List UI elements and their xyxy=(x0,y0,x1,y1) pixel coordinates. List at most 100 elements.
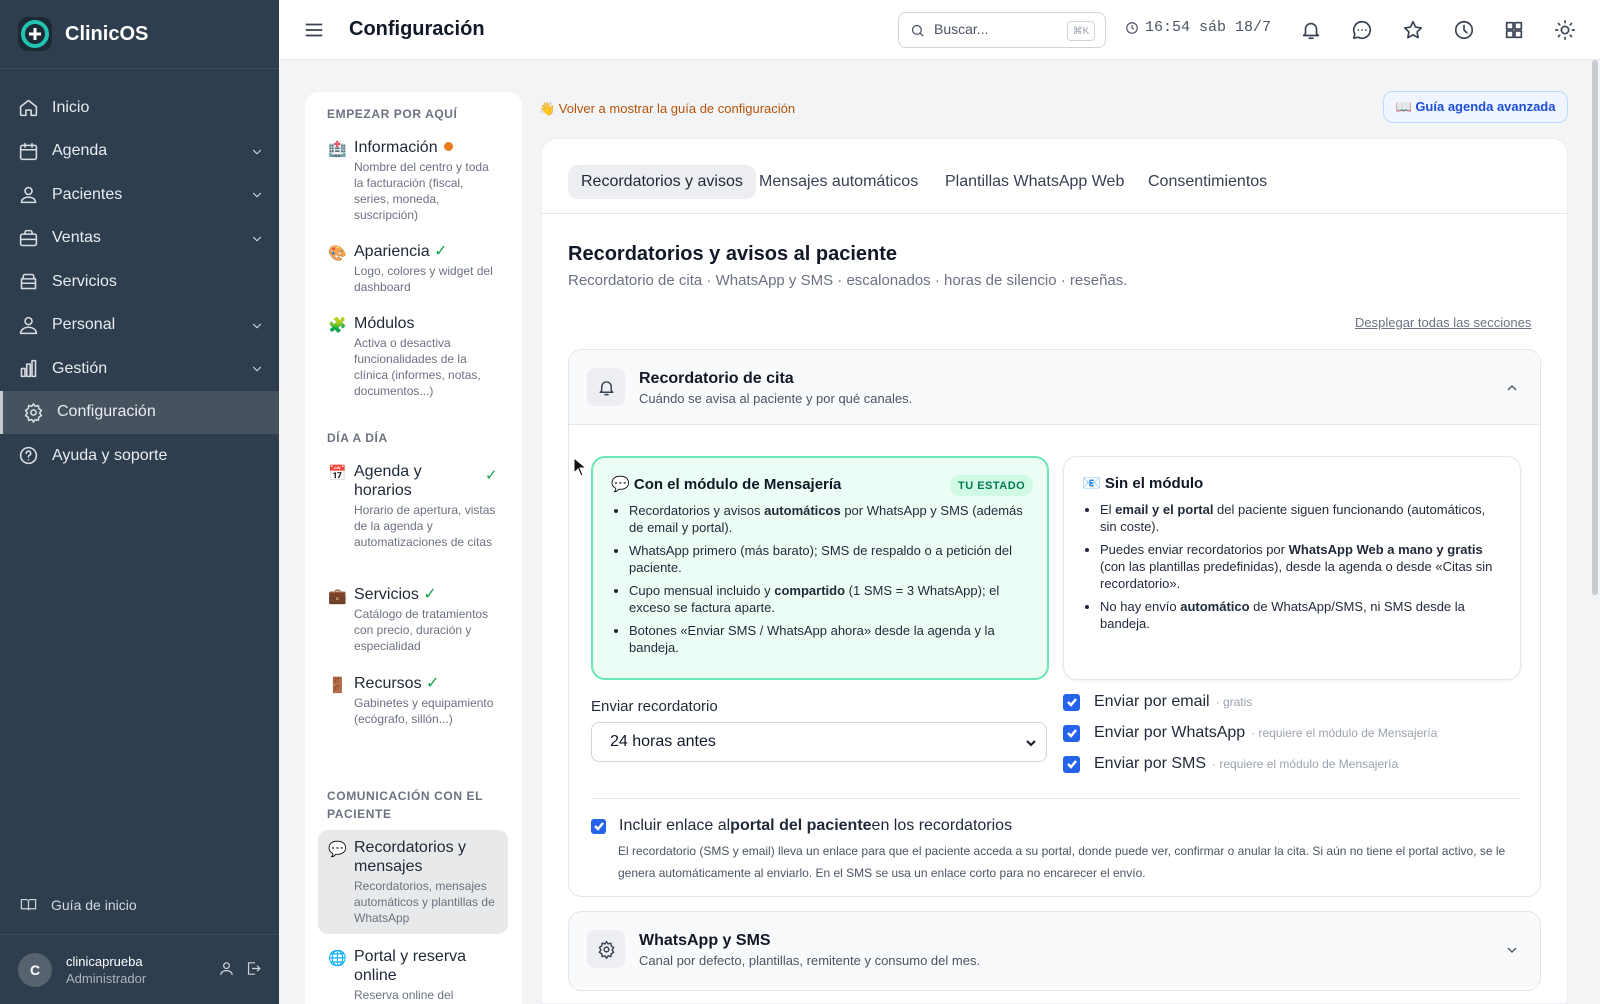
app-name: ClinicOS xyxy=(65,22,149,45)
chevron-down-icon[interactable] xyxy=(250,232,264,246)
section-heading: EMPEZAR POR AQUÍ xyxy=(327,107,458,121)
sidebar-item-gestion[interactable]: Gestión xyxy=(0,347,279,391)
advanced-guide-button[interactable]: 📖 Guía agenda avanzada xyxy=(1383,91,1568,123)
email-channel-checkbox[interactable]: Enviar por email · gratis xyxy=(1063,693,1252,711)
sidebar-item-personal[interactable]: Personal xyxy=(0,304,279,348)
chevron-up-icon[interactable] xyxy=(1504,380,1520,396)
checkbox-checked[interactable] xyxy=(1063,693,1080,711)
settings-item-servicios[interactable]: 💼 Servicios ✓ Catálogo de tratamientos c… xyxy=(318,577,508,662)
sidebar-item-ventas[interactable]: Ventas xyxy=(0,217,279,261)
panel-subtitle: Cuándo se avisa al paciente y por qué ca… xyxy=(639,391,913,406)
chevron-down-icon[interactable] xyxy=(250,362,264,376)
checkbox-checked[interactable] xyxy=(1063,755,1080,773)
tab-bar: Recordatorios y avisos Mensajes automáti… xyxy=(542,139,1567,214)
avatar[interactable]: C xyxy=(18,952,52,987)
sidebar-item-agenda[interactable]: Agenda xyxy=(0,130,279,174)
settings-item-apariencia[interactable]: 🎨 Apariencia ✓ Logo, colores y widget de… xyxy=(318,234,508,303)
list-item: El email y el portal del paciente siguen… xyxy=(1100,501,1502,535)
calendar-icon xyxy=(19,142,38,160)
expand-all-link[interactable]: Desplegar todas las secciones xyxy=(1355,315,1531,330)
chat-icon[interactable] xyxy=(1351,19,1373,41)
item-desc: Nombre del centro y toda la facturación … xyxy=(354,160,489,222)
sidebar-item-label: Pacientes xyxy=(52,185,123,203)
page-scrollbar[interactable] xyxy=(1590,60,1600,1004)
settings-item-informacion[interactable]: 🏥 Información Nombre del centro y toda l… xyxy=(318,130,508,231)
item-desc: Horario de apertura, vistas de la agenda… xyxy=(354,503,496,549)
settings-item-recordatorios[interactable]: 💬 Recordatorios y mensajes Recordatorios… xyxy=(318,830,508,934)
list-item: No hay envío automático de WhatsApp/SMS,… xyxy=(1100,598,1502,632)
sidebar-item-ayuda[interactable]: Ayuda y soporte xyxy=(0,434,279,478)
book-icon xyxy=(20,898,37,911)
bell-icon[interactable] xyxy=(1300,19,1322,41)
settings-item-portal[interactable]: 🌐 Portal y reserva online Reserva online… xyxy=(318,939,508,1004)
search-box[interactable]: ⌘K xyxy=(898,12,1106,48)
brand[interactable]: ClinicOS xyxy=(0,0,279,69)
chevron-down-icon[interactable] xyxy=(1504,942,1520,958)
settings-item-agenda-horarios[interactable]: 📅 Agenda y horarios ✓ Horario de apertur… xyxy=(318,454,508,558)
box-title: Con el módulo de Mensajería xyxy=(633,476,842,493)
tab-recordatorios[interactable]: Recordatorios y avisos xyxy=(568,165,756,199)
history-icon[interactable] xyxy=(1453,19,1475,41)
item-title: Apariencia xyxy=(354,243,430,260)
chevron-down-icon[interactable] xyxy=(250,319,264,333)
chevron-down-icon[interactable] xyxy=(250,188,264,202)
shortcut-badge: ⌘K xyxy=(1067,21,1095,41)
item-title: Recursos xyxy=(354,675,422,692)
main-card: Recordatorios y avisos Mensajes automáti… xyxy=(541,138,1568,1004)
item-desc: Activa o desactiva funcionalidades de la… xyxy=(354,336,481,398)
logout-icon[interactable] xyxy=(245,960,262,977)
send-reminder-select[interactable]: 24 horas antes xyxy=(591,722,1047,762)
divider xyxy=(591,798,1521,799)
checkbox-checked[interactable] xyxy=(1063,724,1080,742)
with-module-list: Recordatorios y avisos automáticos por W… xyxy=(611,502,1029,656)
check-icon: ✓ xyxy=(434,243,448,260)
portal-link-checkbox[interactable]: Incluir enlace al portal del paciente en… xyxy=(591,817,1012,835)
section-subtitle: Recordatorio de cita · WhatsApp y SMS · … xyxy=(568,272,1128,289)
guia-de-inicio-link[interactable]: Guía de inicio xyxy=(20,896,137,913)
sidebar-item-label: Personal xyxy=(52,316,116,334)
portal-description: El recordatorio (SMS y email) lleva un e… xyxy=(618,844,1506,880)
list-item: Cupo mensual incluido y compartido (1 SM… xyxy=(629,582,1029,616)
help-icon xyxy=(19,447,38,465)
tab-consentimientos[interactable]: Consentimientos xyxy=(1135,165,1280,199)
scrollbar-thumb[interactable] xyxy=(1592,60,1598,595)
sidebar-item-inicio[interactable]: Inicio xyxy=(0,86,279,130)
sidebar-item-label: Ventas xyxy=(52,229,101,247)
panel-title: Recordatorio de cita xyxy=(639,370,794,387)
tab-plantillas-whatsapp[interactable]: Plantillas WhatsApp Web xyxy=(932,165,1137,199)
item-title: Servicios xyxy=(354,586,419,603)
sidebar-item-label: Ayuda y soporte xyxy=(52,446,168,464)
channel-note: · gratis xyxy=(1215,695,1253,709)
channel-note: · requiere el módulo de Mensajería xyxy=(1212,757,1399,771)
reshow-guide-link[interactable]: 👋 Volver a mostrar la guía de configurac… xyxy=(539,101,795,117)
sun-icon[interactable] xyxy=(1554,19,1576,41)
whatsapp-sms-panel-header[interactable]: WhatsApp y SMS Canal por defecto, planti… xyxy=(569,912,1540,987)
chevron-down-icon[interactable] xyxy=(250,145,264,159)
chevron-down-icon xyxy=(1026,740,1036,747)
sidebar-item-servicios[interactable]: Servicios xyxy=(0,260,279,304)
reminder-panel-header[interactable]: Recordatorio de cita Cuándo se avisa al … xyxy=(569,350,1540,425)
whatsapp-channel-checkbox[interactable]: Enviar por WhatsApp · requiere el módulo… xyxy=(1063,724,1437,742)
tab-mensajes-automaticos[interactable]: Mensajes automáticos xyxy=(746,165,931,199)
check-icon: ✓ xyxy=(423,586,437,603)
channel-label: Enviar por SMS xyxy=(1094,755,1207,772)
puzzle-icon: 🧩 xyxy=(328,317,347,334)
sidebar-item-configuracion[interactable]: Configuración xyxy=(0,390,279,434)
settings-item-modulos[interactable]: 🧩 Módulos Activa o desactiva funcionalid… xyxy=(318,306,508,407)
bar-chart-icon xyxy=(20,360,37,378)
user-panel: C clinicaprueba Administrador xyxy=(0,934,279,1004)
settings-item-recursos[interactable]: 🚪 Recursos ✓ Gabinetes y equipamiento (e… xyxy=(318,666,508,735)
search-input[interactable] xyxy=(934,21,1054,37)
menu-icon[interactable] xyxy=(303,19,325,41)
grid-icon[interactable] xyxy=(1503,19,1525,41)
pending-dot xyxy=(443,142,453,151)
checkbox-checked[interactable] xyxy=(591,818,606,834)
sms-channel-checkbox[interactable]: Enviar por SMS · requiere el módulo de M… xyxy=(1063,755,1398,773)
check-icon: ✓ xyxy=(426,675,440,692)
profile-icon[interactable] xyxy=(218,960,235,977)
select-value: 24 horas antes xyxy=(610,733,716,750)
channel-label: Enviar por email xyxy=(1094,693,1210,710)
sidebar-item-pacientes[interactable]: Pacientes xyxy=(0,173,279,217)
star-icon[interactable] xyxy=(1402,19,1424,41)
sidebar-item-label: Agenda xyxy=(52,142,108,160)
